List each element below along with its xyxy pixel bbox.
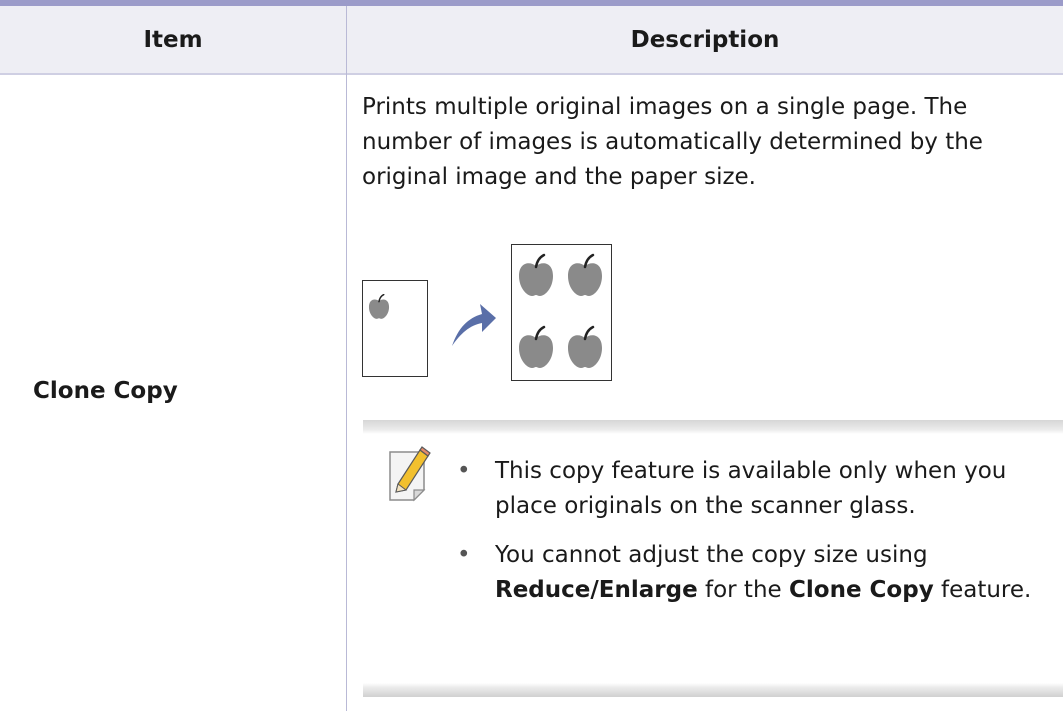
clone-copy-illustration: [362, 244, 612, 382]
note-bottom-border: [363, 683, 1063, 697]
note-pencil-icon: [389, 446, 431, 502]
item-name: Clone Copy: [33, 378, 178, 404]
note-box: • This copy feature is available only wh…: [363, 420, 1063, 697]
apple-icon: [568, 325, 602, 368]
reduce-enlarge-label: Reduce/Enlarge: [495, 577, 698, 603]
apple-icon: [568, 253, 602, 296]
output-page: [511, 244, 612, 381]
header-divider: [0, 73, 1063, 75]
note-bullet-1: • This copy feature is available only wh…: [457, 458, 1007, 519]
note-bullet-list: • This copy feature is available only wh…: [447, 454, 1057, 622]
apple-icon: [368, 294, 390, 319]
apple-icon: [519, 325, 553, 368]
note-top-border: [363, 420, 1063, 434]
column-header-item: Item: [143, 26, 203, 53]
apple-icon: [519, 253, 553, 296]
column-header-description: Description: [630, 26, 780, 53]
clone-copy-label: Clone Copy: [789, 577, 934, 603]
note-bullet-2: • You cannot adjust the copy size using …: [457, 542, 1032, 603]
note-bullet-2-text-2: for the: [697, 577, 789, 603]
note-bullet-2-text-3: feature.: [933, 577, 1032, 603]
curved-arrow-icon: [452, 304, 496, 346]
original-page: [362, 280, 428, 377]
item-description: Prints multiple original images on a sin…: [362, 94, 983, 190]
note-bullet-1-text: This copy feature is available only when…: [495, 458, 1007, 519]
column-divider: [346, 6, 347, 711]
note-bullet-2-text-1: You cannot adjust the copy size using: [495, 542, 928, 568]
